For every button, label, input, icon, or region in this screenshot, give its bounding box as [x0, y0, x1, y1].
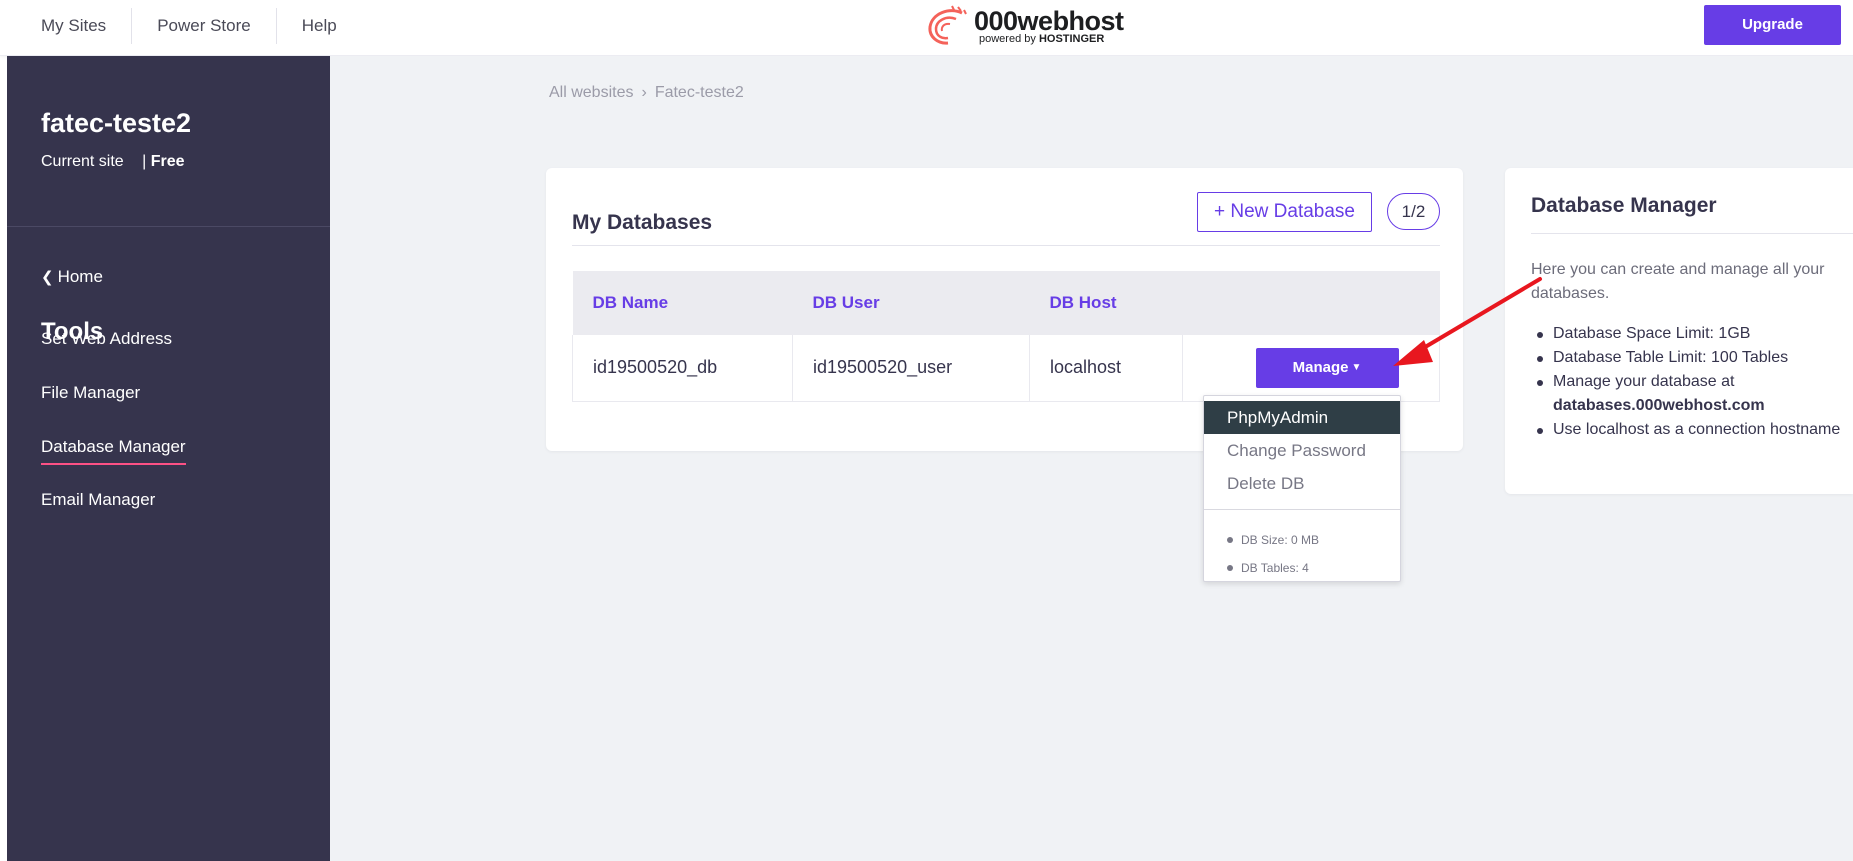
breadcrumb-separator: › — [641, 84, 647, 101]
cell-db-name: id19500520_db — [572, 335, 793, 402]
database-count-badge: 1/2 — [1387, 193, 1440, 230]
upgrade-button[interactable]: Upgrade — [1704, 5, 1841, 45]
new-database-button[interactable]: + New Database — [1197, 192, 1372, 232]
column-db-host: DB Host — [1029, 271, 1183, 335]
info-bullet-localhost: Use localhost as a connection hostname — [1537, 418, 1853, 442]
logo-subtitle: powered by HOSTINGER — [979, 33, 1105, 45]
manage-dropdown-menu: PhpMyAdmin Change Password Delete DB DB … — [1203, 395, 1401, 582]
info-description: Here you can create and manage all your … — [1531, 261, 1825, 302]
menu-item-change-password[interactable]: Change Password — [1204, 434, 1400, 467]
site-label: Current site — [41, 153, 124, 170]
info-divider — [1531, 233, 1853, 234]
table-row: id19500520_db id19500520_user localhost … — [572, 335, 1440, 402]
info-bullet-manage-at: Manage your database at — [1537, 370, 1853, 394]
nav-help[interactable]: Help — [277, 8, 362, 44]
cell-actions: Manage ▼ — [1182, 335, 1440, 402]
cell-db-user: id19500520_user — [792, 335, 1030, 402]
bullet-dot-icon — [1227, 565, 1233, 571]
table-header-row: DB Name DB User DB Host — [572, 271, 1440, 335]
menu-divider — [1204, 509, 1400, 510]
nav-my-sites[interactable]: My Sites — [0, 8, 131, 44]
nav-power-store[interactable]: Power Store — [132, 8, 276, 44]
brand-logo[interactable]: 000webhost powered by HOSTINGER — [922, 5, 1124, 47]
breadcrumb: All websites › Fatec-teste2 — [549, 84, 744, 102]
site-name: fatec-teste2 — [41, 108, 192, 138]
caret-down-icon: ▼ — [1351, 361, 1362, 373]
cell-db-host: localhost — [1029, 335, 1183, 402]
manage-button[interactable]: Manage ▼ — [1255, 347, 1399, 388]
logo-swirl-icon — [928, 5, 967, 45]
info-bullet-table-limit: Database Table Limit: 100 Tables — [1537, 346, 1853, 370]
column-actions — [1182, 271, 1440, 335]
bullet-dot-icon — [1227, 537, 1233, 543]
breadcrumb-current: Fatec-teste2 — [654, 84, 744, 101]
site-meta: Current site | Free — [41, 153, 185, 171]
top-bar: My Sites Power Store Help 000webhost pow… — [0, 0, 1853, 56]
databases-table: DB Name DB User DB Host id19500520_db id… — [572, 271, 1440, 402]
chevron-left-icon: ❮ — [41, 269, 54, 286]
sidebar-divider — [7, 226, 330, 227]
column-db-user: DB User — [792, 271, 1030, 335]
sidebar: fatec-teste2 Current site | Free ❮ Home … — [7, 56, 330, 861]
sidebar-home-link[interactable]: ❮ Home — [41, 267, 103, 287]
sidebar-item-email-manager[interactable]: Email Manager — [41, 490, 155, 510]
sidebar-item-file-manager[interactable]: File Manager — [41, 383, 140, 403]
database-manager-info-card: Database Manager Here you can create and… — [1505, 168, 1853, 494]
card-divider — [572, 245, 1440, 246]
top-nav: My Sites Power Store Help — [0, 0, 362, 52]
sidebar-item-database-manager[interactable]: Database Manager — [41, 437, 186, 465]
my-databases-title: My Databases — [572, 211, 713, 234]
menu-item-delete-db[interactable]: Delete DB — [1204, 467, 1400, 500]
db-size-stat: DB Size: 0 MB — [1227, 533, 1319, 547]
home-label: Home — [57, 267, 103, 286]
info-list: Database Space Limit: 1GB Database Table… — [1537, 322, 1853, 442]
column-db-name: DB Name — [572, 271, 793, 335]
menu-item-phpmyadmin[interactable]: PhpMyAdmin — [1204, 401, 1400, 434]
info-bullet-space-limit: Database Space Limit: 1GB — [1537, 322, 1853, 346]
info-title: Database Manager — [1531, 194, 1717, 217]
info-databases-url[interactable]: databases.000webhost.com — [1553, 394, 1853, 418]
sidebar-item-set-web-address[interactable]: Set Web Address — [41, 329, 172, 349]
db-tables-stat: DB Tables: 4 — [1227, 561, 1309, 575]
breadcrumb-all-websites[interactable]: All websites — [549, 84, 633, 102]
main-content: All websites › Fatec-teste2 My Databases… — [330, 56, 1853, 861]
site-plan: | Free — [142, 153, 185, 170]
